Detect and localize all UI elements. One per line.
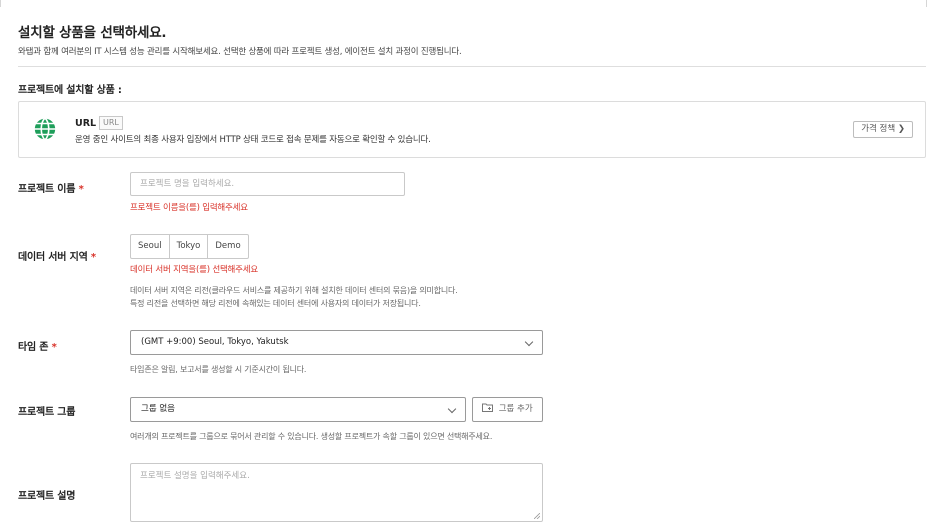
project-description-placeholder: 프로젝트 설명을 입력해주세요.: [140, 471, 250, 481]
region-option-seoul[interactable]: Seoul: [131, 235, 170, 258]
region-help-line-2: 특정 리전을 선택하면 해당 리전에 속해있는 데이터 센터에 사용자의 데이터…: [130, 298, 421, 308]
region-selector: Seoul Tokyo Demo: [130, 234, 249, 259]
product-card: URL URL 운영 중인 사이트의 최종 사용자 입장에서 HTTP 상태 코…: [18, 101, 926, 158]
page-frame: [0, 0, 927, 7]
region-error: 데이터 서버 지역을(를) 선택해주세요: [130, 265, 259, 275]
product-description: 운영 중인 사이트의 최종 사용자 입장에서 HTTP 상태 코드로 접속 문제…: [75, 135, 431, 145]
project-name-placeholder: 프로젝트 명을 입력하세요.: [140, 179, 235, 189]
required-mark: *: [51, 342, 57, 353]
project-group-help: 여러개의 프로젝트를 그룹으로 묶어서 관리할 수 있습니다. 생성할 프로젝트…: [130, 432, 493, 441]
project-group-label: 프로젝트 그룹: [18, 407, 76, 418]
project-description-label: 프로젝트 설명: [18, 491, 76, 502]
add-group-label: 그룹 추가: [498, 404, 533, 414]
product-badge: URL: [99, 116, 123, 130]
product-name: URL: [75, 118, 97, 129]
timezone-label: 타임 존 *: [18, 338, 57, 353]
required-mark: *: [90, 252, 96, 263]
project-name-error: 프로젝트 이름을(를) 입력해주세요: [130, 203, 248, 213]
page-header: 설치할 상품을 선택하세요. 와탭과 함께 여러분의 IT 시스템 성능 관리를…: [18, 21, 462, 57]
region-option-demo[interactable]: Demo: [208, 235, 247, 258]
timezone-label-text: 타임 존: [18, 342, 49, 353]
resize-handle-icon[interactable]: [534, 513, 540, 519]
chevron-down-icon: [447, 404, 457, 414]
region-help-line-1: 데이터 서버 지역은 리전(클라우드 서비스를 제공하기 위해 설치한 데이터 …: [130, 286, 458, 295]
timezone-help: 타임존은 알림, 보고서를 생성할 시 기준시간이 됩니다.: [130, 365, 307, 374]
folder-plus-icon: [482, 403, 493, 412]
globe-icon: [33, 117, 57, 141]
project-name-input[interactable]: 프로젝트 명을 입력하세요.: [130, 172, 405, 196]
page-title: 설치할 상품을 선택하세요.: [18, 25, 167, 41]
required-mark: *: [78, 184, 84, 195]
page-subtitle: 와탭과 함께 여러분의 IT 시스템 성능 관리를 시작해보세요. 선택한 상품…: [18, 47, 462, 57]
divider: [18, 66, 926, 67]
product-section-title: 프로젝트에 설치할 상품 :: [18, 85, 122, 96]
project-group-value: 그룹 없음: [141, 404, 175, 414]
chevron-down-icon: [524, 337, 534, 347]
project-name-label: 프로젝트 이름 *: [18, 180, 84, 195]
region-label: 데이터 서버 지역 *: [18, 248, 96, 263]
region-help: 데이터 서버 지역은 리전(클라우드 서비스를 제공하기 위해 설치한 데이터 …: [130, 285, 458, 310]
add-group-button[interactable]: 그룹 추가: [472, 397, 543, 422]
timezone-select[interactable]: (GMT +9:00) Seoul, Tokyo, Yakutsk: [130, 330, 543, 355]
project-name-label-text: 프로젝트 이름: [18, 184, 76, 195]
project-description-textarea[interactable]: 프로젝트 설명을 입력해주세요.: [130, 463, 543, 522]
timezone-value: (GMT +9:00) Seoul, Tokyo, Yakutsk: [141, 337, 289, 347]
region-label-text: 데이터 서버 지역: [18, 252, 88, 263]
project-group-select[interactable]: 그룹 없음: [130, 397, 466, 422]
region-option-tokyo[interactable]: Tokyo: [170, 235, 209, 258]
price-policy-button[interactable]: 가격 정책 ❯: [853, 121, 913, 138]
